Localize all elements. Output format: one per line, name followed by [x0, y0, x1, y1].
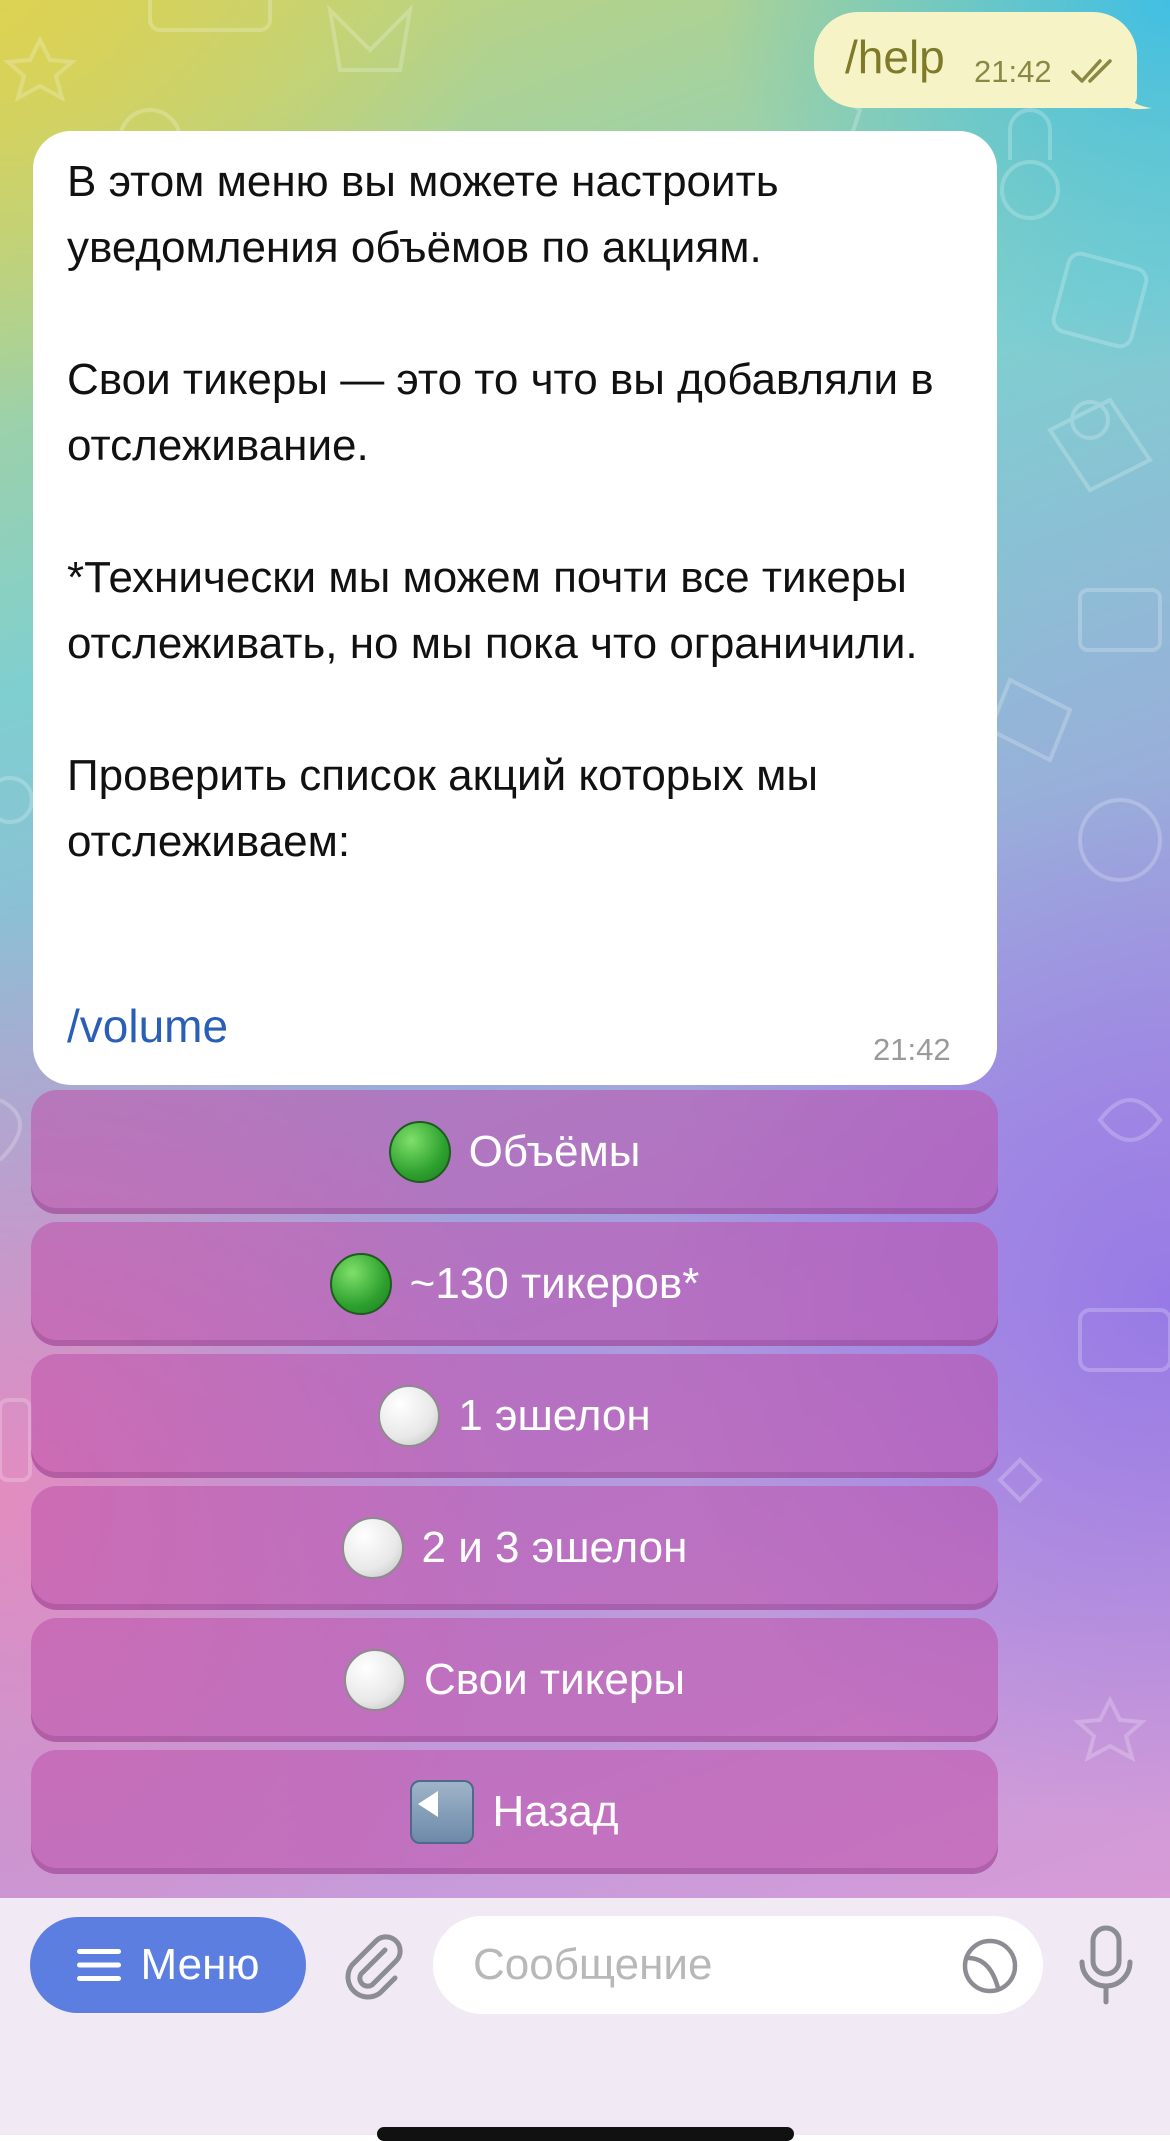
button-tier-2-3-label: 2 и 3 эшелон: [421, 1523, 688, 1572]
paperclip-icon[interactable]: [335, 1928, 407, 2000]
button-130-tickers[interactable]: ~130 тикеров*: [31, 1222, 998, 1346]
button-tier-2-3[interactable]: 2 и 3 эшелон: [31, 1486, 998, 1610]
button-own-tickers-label: Свои тикеры: [424, 1655, 685, 1704]
incoming-message-text: В этом меню вы можете настроить уведомле…: [67, 157, 934, 866]
double-check-icon: [1071, 59, 1112, 83]
incoming-message-bubble[interactable]: В этом меню вы можете настроить уведомле…: [33, 131, 997, 1085]
button-volumes-label: Объёмы: [468, 1127, 641, 1176]
button-130-tickers-label: ~130 тикеров*: [409, 1259, 700, 1308]
button-tier-1[interactable]: 1 эшелон: [31, 1354, 998, 1478]
white-circle-icon: [344, 1649, 406, 1711]
white-circle-icon: [341, 1517, 404, 1579]
incoming-message-time: 21:42: [873, 1032, 951, 1067]
hamburger-icon: [76, 1949, 121, 1981]
chat-background: /help 21:42 В этом меню вы можете настро…: [0, 0, 1170, 1898]
message-input-bar: Меню: [0, 1898, 1170, 2135]
outgoing-message-time: 21:42: [974, 54, 1052, 89]
green-circle-icon: [329, 1253, 392, 1315]
button-back[interactable]: Назад: [31, 1750, 998, 1874]
menu-button-label: Меню: [140, 1940, 260, 1989]
back-arrow-icon: [410, 1780, 475, 1844]
green-circle-icon: [388, 1121, 451, 1183]
home-indicator: [377, 2127, 794, 2141]
button-back-label: Назад: [492, 1787, 619, 1836]
white-circle-icon: [378, 1385, 441, 1447]
outgoing-bubble-tail: [1118, 80, 1152, 110]
sticker-icon[interactable]: [960, 1936, 1020, 1996]
volume-command-link[interactable]: /volume: [67, 999, 228, 1053]
button-volumes[interactable]: Объёмы: [31, 1090, 998, 1214]
microphone-icon[interactable]: [1076, 1924, 1136, 2008]
message-input[interactable]: [433, 1916, 1043, 2014]
button-tier-1-label: 1 эшелон: [458, 1391, 651, 1440]
menu-button[interactable]: Меню: [30, 1917, 306, 2013]
outgoing-message-text: /help: [845, 31, 945, 83]
button-own-tickers[interactable]: Свои тикеры: [31, 1618, 998, 1742]
outgoing-message-bubble[interactable]: /help 21:42: [814, 12, 1137, 108]
